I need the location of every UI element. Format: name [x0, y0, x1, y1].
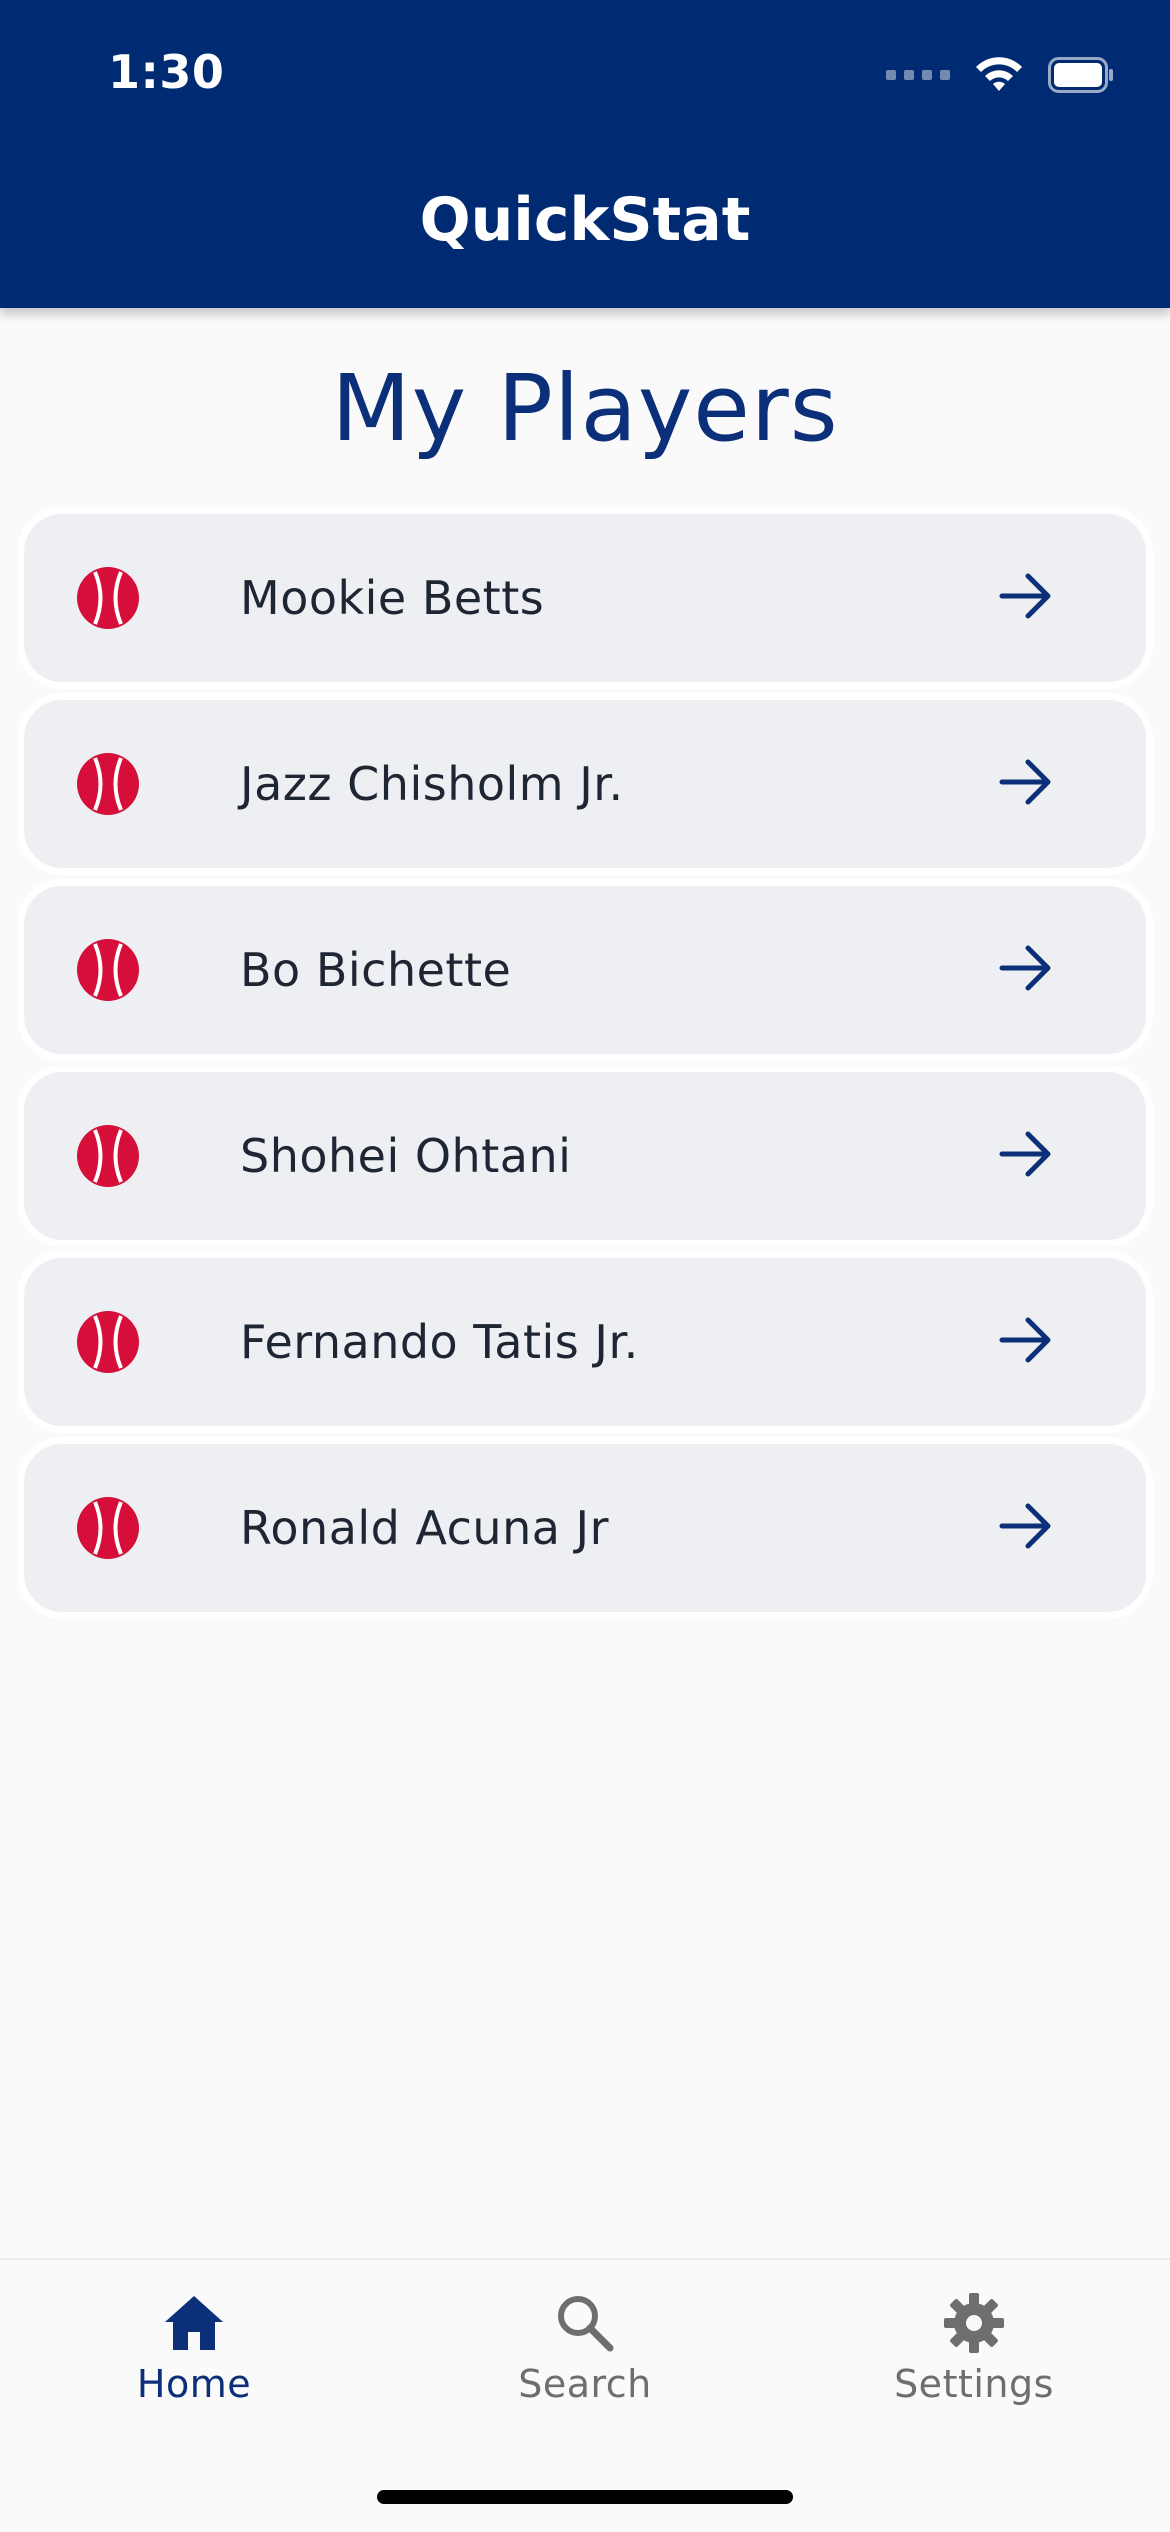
tab-home[interactable]: Home: [74, 2290, 314, 2406]
home-indicator: [377, 2490, 793, 2504]
tab-settings-label: Settings: [894, 2362, 1054, 2406]
status-time: 1:30: [108, 45, 225, 99]
baseball-icon: [77, 1311, 139, 1373]
arrow-right-icon[interactable]: [996, 1310, 1056, 1370]
arrow-right-icon[interactable]: [996, 1124, 1056, 1184]
tab-home-label: Home: [136, 2362, 252, 2406]
home-icon: [165, 2296, 223, 2350]
baseball-icon: [77, 567, 139, 629]
baseball-icon: [77, 1497, 139, 1559]
search-icon: [558, 2296, 614, 2352]
baseball-icon: [77, 1125, 139, 1187]
player-name: Mookie Betts: [240, 571, 545, 625]
arrow-right-icon[interactable]: [996, 938, 1056, 998]
player-row-fernando-tatis-jr[interactable]: Fernando Tatis Jr.: [24, 1258, 1146, 1426]
player-name: Jazz Chisholm Jr.: [240, 757, 624, 811]
player-name: Ronald Acuna Jr: [240, 1501, 610, 1555]
cellular-signal-icon: [886, 70, 950, 80]
player-row-mookie-betts[interactable]: Mookie Betts: [24, 514, 1146, 682]
app-title: QuickStat: [419, 185, 751, 255]
player-row-ronald-acuna-jr[interactable]: Ronald Acuna Jr: [24, 1444, 1146, 1612]
wifi-icon: [976, 57, 1022, 91]
player-name: Bo Bichette: [240, 943, 512, 997]
page-title: My Players: [331, 355, 839, 462]
tab-settings[interactable]: Settings: [854, 2290, 1094, 2406]
player-row-shohei-ohtani[interactable]: Shohei Ohtani: [24, 1072, 1146, 1240]
tab-search[interactable]: Search: [465, 2290, 705, 2406]
player-name: Shohei Ohtani: [240, 1129, 572, 1183]
battery-icon: [1048, 57, 1113, 93]
app-screen: 1:30 QuickStat My Players Mookie Betts J…: [0, 0, 1170, 2532]
arrow-right-icon[interactable]: [996, 566, 1056, 626]
arrow-right-icon[interactable]: [996, 752, 1056, 812]
baseball-icon: [77, 939, 139, 1001]
player-list: Mookie Betts Jazz Chisholm Jr. Bo Bichet: [24, 514, 1146, 1630]
player-row-jazz-chisholm-jr[interactable]: Jazz Chisholm Jr.: [24, 700, 1146, 868]
tab-search-label: Search: [518, 2362, 652, 2406]
app-header: 1:30 QuickStat: [0, 0, 1170, 308]
player-row-bo-bichette[interactable]: Bo Bichette: [24, 886, 1146, 1054]
baseball-icon: [77, 753, 139, 815]
gear-icon: [944, 2293, 1004, 2353]
status-icons: [886, 50, 1114, 100]
arrow-right-icon[interactable]: [996, 1496, 1056, 1556]
player-name: Fernando Tatis Jr.: [240, 1315, 639, 1369]
